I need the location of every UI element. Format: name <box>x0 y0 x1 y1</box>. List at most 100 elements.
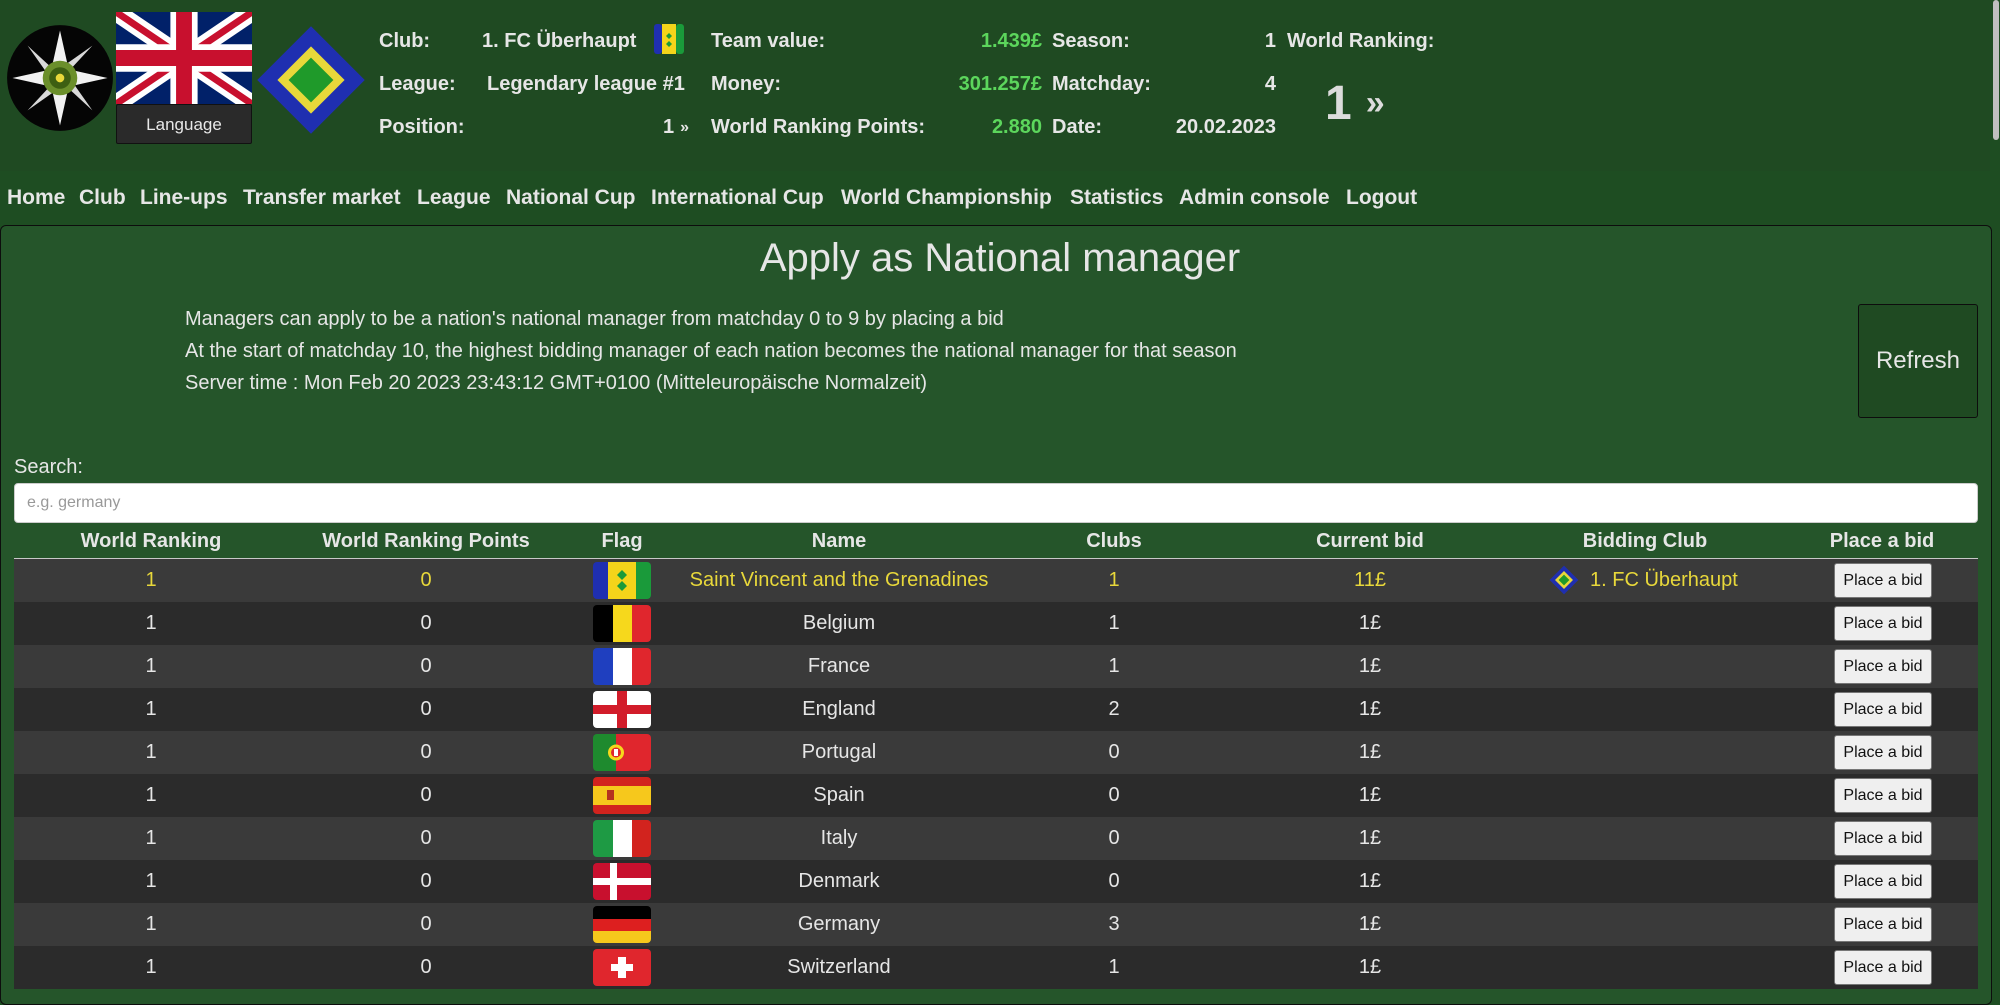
current-bid-cell: 1£ <box>1358 870 1382 892</box>
current-bid-cell: 11£ <box>1354 569 1386 591</box>
scrollbar-track[interactable] <box>1992 0 2000 984</box>
table-row: 1 0 Switzerland 1 1£ Place a bid <box>14 946 1978 989</box>
game-logo-icon[interactable] <box>6 24 114 132</box>
nav-national-cup[interactable]: National Cup <box>506 186 636 210</box>
current-bid-cell: 1£ <box>1358 956 1382 978</box>
current-bid-cell: 1£ <box>1358 655 1382 677</box>
table-row: 1 0 Belgium 1 1£ Place a bid <box>14 602 1978 645</box>
chevron-right-icon: » <box>1365 84 1385 122</box>
world-ranking-label: World Ranking: <box>1287 30 1435 52</box>
nation-name-cell: Denmark <box>798 870 880 892</box>
table-row: 1 0 Italy 0 1£ Place a bid <box>14 817 1978 860</box>
matchday-value: 4 <box>1264 73 1276 95</box>
column-header-world-ranking-points[interactable]: World Ranking Points <box>322 530 529 553</box>
season-label: Season: <box>1052 30 1130 52</box>
current-bid-cell: 1£ <box>1358 913 1382 935</box>
world-ranking-points-cell: 0 <box>420 698 432 720</box>
switzerland-flag-icon <box>593 949 651 986</box>
world-ranking-cell: 1 <box>145 698 157 720</box>
world-ranking-cell: 1 <box>145 870 157 892</box>
nav-statistics[interactable]: Statistics <box>1070 186 1163 210</box>
nav-international-cup[interactable]: International Cup <box>651 186 824 210</box>
world-ranking-cell: 1 <box>145 913 157 935</box>
place-bid-button[interactable]: Place a bid <box>1834 950 1932 985</box>
germany-flag-icon <box>593 906 651 943</box>
column-header-name[interactable]: Name <box>812 530 866 553</box>
place-bid-button[interactable]: Place a bid <box>1834 735 1932 770</box>
nav-world-championship[interactable]: World Championship <box>841 186 1052 210</box>
nav-home[interactable]: Home <box>7 186 65 210</box>
world-ranking-points-cell: 0 <box>420 569 432 591</box>
column-header-bidding-club[interactable]: Bidding Club <box>1583 530 1707 553</box>
league-value[interactable]: Legendary league #1 <box>487 73 685 96</box>
table-row: 1 0 Portugal 0 1£ Place a bid <box>14 731 1978 774</box>
language-button[interactable]: Language <box>116 104 252 144</box>
nav-club[interactable]: Club <box>79 186 126 210</box>
search-input[interactable] <box>14 483 1978 523</box>
clubs-cell: 0 <box>1108 784 1120 806</box>
world-ranking-points-cell: 0 <box>420 741 432 763</box>
date-value: 20.02.2023 <box>1175 116 1276 138</box>
team-value-label: Team value: <box>711 30 826 52</box>
team-value-value: 1.439£ <box>980 30 1042 52</box>
uk-flag-icon[interactable] <box>116 12 252 104</box>
clubs-cell: 3 <box>1108 913 1120 935</box>
club-label: Club: <box>379 30 431 52</box>
column-header-current-bid[interactable]: Current bid <box>1316 530 1424 553</box>
refresh-button[interactable]: Refresh <box>1858 304 1978 418</box>
portugal-flag-icon <box>593 734 651 771</box>
current-bid-cell: 1£ <box>1358 827 1382 849</box>
table-row: 1 0 Spain 0 1£ Place a bid <box>14 774 1978 817</box>
info-line-selection-rule: At the start of matchday 10, the highest… <box>185 340 1237 362</box>
nav-admin-console[interactable]: Admin console <box>1179 186 1330 210</box>
club-value[interactable]: 1. FC Überhaupt <box>482 30 636 53</box>
league-label: League: <box>379 73 456 95</box>
place-bid-button[interactable]: Place a bid <box>1834 778 1932 813</box>
place-bid-button[interactable]: Place a bid <box>1834 864 1932 899</box>
table-row: 1 0 Saint Vincent and the Grenadines 1 1… <box>14 559 1978 602</box>
world-ranking-points-value: 2.880 <box>991 116 1042 138</box>
search-label: Search: <box>14 456 83 478</box>
nav-league[interactable]: League <box>417 186 491 210</box>
place-bid-button[interactable]: Place a bid <box>1834 907 1932 942</box>
chevron-right-icon: » <box>680 119 689 136</box>
position-value: 1» <box>663 116 689 138</box>
belgium-flag-icon <box>593 605 651 642</box>
table-row: 1 0 Germany 3 1£ Place a bid <box>14 903 1978 946</box>
italy-flag-icon <box>593 820 651 857</box>
saint-vincent-flag-icon <box>593 562 651 599</box>
club-badge-icon[interactable] <box>255 24 367 136</box>
place-bid-button[interactable]: Place a bid <box>1834 606 1932 641</box>
money-label: Money: <box>711 73 781 95</box>
place-bid-button[interactable]: Place a bid <box>1834 821 1932 856</box>
nav-logout[interactable]: Logout <box>1346 186 1417 210</box>
position-label: Position: <box>379 116 465 138</box>
place-bid-button[interactable]: Place a bid <box>1834 692 1932 727</box>
nation-name-cell: England <box>802 698 876 720</box>
nation-name-cell: Spain <box>813 784 865 806</box>
column-header-world-ranking[interactable]: World Ranking <box>81 530 222 553</box>
clubs-cell: 1 <box>1108 612 1120 634</box>
world-ranking-points-cell: 0 <box>420 913 432 935</box>
table-row: 1 0 England 2 1£ Place a bid <box>14 688 1978 731</box>
world-ranking-points-cell: 0 <box>420 870 432 892</box>
page-title: Apply as National manager <box>759 236 1241 280</box>
column-header-clubs[interactable]: Clubs <box>1086 530 1142 553</box>
nav-line-ups[interactable]: Line-ups <box>140 186 228 210</box>
place-bid-button[interactable]: Place a bid <box>1834 649 1932 684</box>
nation-name-cell: Belgium <box>802 612 876 634</box>
matchday-label: Matchday: <box>1052 73 1151 95</box>
table-row: 1 0 France 1 1£ Place a bid <box>14 645 1978 688</box>
header-bar: Language Club: 1. FC Überhaupt League: L… <box>0 0 1990 171</box>
world-ranking-cell: 1 <box>145 655 157 677</box>
world-ranking-cell: 1 <box>145 956 157 978</box>
bidding-club-name[interactable]: 1. FC Überhaupt <box>1590 559 1738 602</box>
place-bid-button[interactable]: Place a bid <box>1834 563 1932 598</box>
nation-name-cell: Portugal <box>801 741 877 763</box>
season-value: 1 <box>1264 30 1276 52</box>
clubs-cell: 1 <box>1108 655 1120 677</box>
nation-name-cell: Switzerland <box>787 956 891 978</box>
scrollbar-thumb[interactable] <box>1993 0 1999 140</box>
nav-transfer-market[interactable]: Transfer market <box>243 186 401 210</box>
nation-name-cell: Italy <box>820 827 858 849</box>
